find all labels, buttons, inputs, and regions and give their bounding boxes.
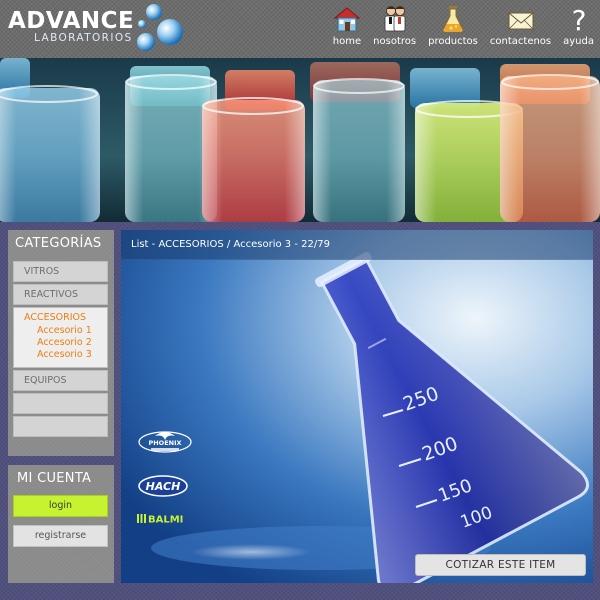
category-label: VITROS <box>24 266 60 277</box>
category-empty-slot <box>13 393 108 414</box>
scientists-icon <box>384 6 406 32</box>
category-vitros[interactable]: VITROS <box>13 261 108 282</box>
category-empty-slot <box>13 416 108 437</box>
breadcrumb-bar: List - ACCESORIOS / Accesorio 3 - 22/79 <box>121 230 593 260</box>
brand-name: HACH <box>146 480 181 493</box>
logo-sub-text: LABORATORIOS <box>34 32 133 44</box>
hach-logo: HACH <box>138 475 188 497</box>
nav-contactenos[interactable]: contactenos <box>490 4 551 47</box>
subcategory-accesorio-2[interactable]: Accesorio 2 <box>24 337 107 349</box>
product-view: 250 200 150 100 List - ACCESORIOS / Acce… <box>121 230 593 583</box>
top-nav: home nosotros productos contactenos ? ay… <box>321 4 594 47</box>
category-accesorios[interactable]: ACCESORIOS Accesorio 1 Accesorio 2 Acces… <box>13 307 108 368</box>
site-logo[interactable]: ADVANCE LABORATORIOS <box>8 2 188 56</box>
balmi-logo: BALMI <box>137 514 183 526</box>
flask-photo: 250 200 150 100 <box>121 230 593 583</box>
nav-nosotros-label: nosotros <box>373 36 417 47</box>
account-title: MI CUENTA <box>17 471 92 486</box>
category-label: REACTIVOS <box>24 289 79 300</box>
category-equipos[interactable]: EQUIPOS <box>13 370 108 391</box>
register-button[interactable]: registrarse <box>13 525 108 547</box>
nav-nosotros[interactable]: nosotros <box>373 4 416 47</box>
envelope-icon <box>508 12 534 30</box>
subcategory-accesorio-1[interactable]: Accesorio 1 <box>24 325 107 337</box>
logo-main-text: ADVANCE <box>8 8 135 34</box>
phoenix-logo: PHOENIX <box>138 431 192 453</box>
brand-name: PHOENIX <box>148 439 181 447</box>
subcategory-list: Accesorio 1 Accesorio 2 Accesorio 3 <box>24 325 107 361</box>
quote-item-button[interactable]: COTIZAR ESTE ITEM <box>415 554 586 576</box>
nav-home[interactable]: home <box>333 4 361 47</box>
category-label: ACCESORIOS <box>24 312 87 323</box>
site-header: ADVANCE LABORATORIOS home nosotros produ… <box>0 0 600 58</box>
breadcrumb: List - ACCESORIOS / Accesorio 3 - 22/79 <box>131 239 330 250</box>
nav-ayuda-label: ayuda <box>563 36 594 47</box>
brand-name: BALMI <box>148 515 183 526</box>
house-icon <box>333 7 361 32</box>
subcategory-accesorio-3[interactable]: Accesorio 3 <box>24 349 107 361</box>
question-icon: ? <box>571 4 586 34</box>
categories-panel: CATEGORÍAS VITROS REACTIVOS ACCESORIOS A… <box>8 230 114 456</box>
nav-productos[interactable]: productos <box>428 4 478 47</box>
hero-banner <box>0 58 600 222</box>
nav-productos-label: productos <box>428 36 478 47</box>
category-label: EQUIPOS <box>24 375 67 386</box>
nav-contactenos-label: contactenos <box>489 36 552 47</box>
bubbles-icon <box>137 4 183 51</box>
test-tubes-image <box>0 58 600 222</box>
nav-ayuda[interactable]: ? ayuda <box>563 4 594 47</box>
category-reactivos[interactable]: REACTIVOS <box>13 284 108 305</box>
flask-icon <box>442 6 464 33</box>
account-panel: MI CUENTA login registrarse <box>8 465 114 583</box>
nav-home-label: home <box>332 36 362 47</box>
svg-text:?: ? <box>571 4 586 34</box>
category-list: VITROS REACTIVOS ACCESORIOS Accesorio 1 … <box>13 261 108 439</box>
login-button[interactable]: login <box>13 495 108 517</box>
categories-title: CATEGORÍAS <box>15 236 102 251</box>
